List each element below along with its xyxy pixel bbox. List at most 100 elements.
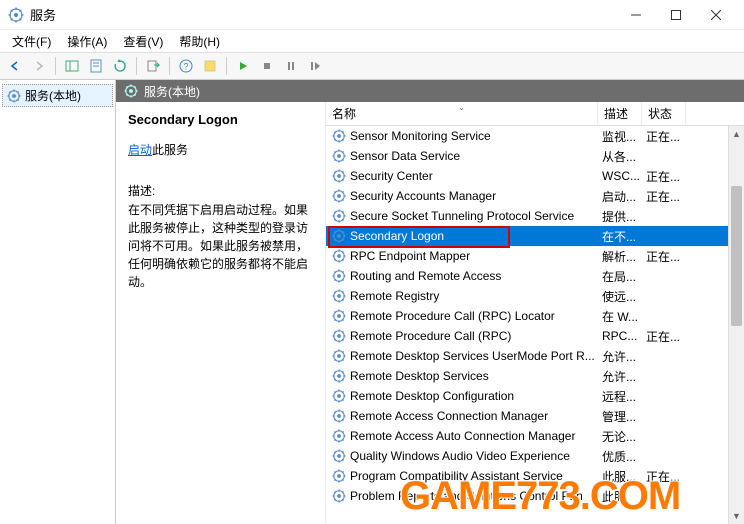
list-body: Sensor Monitoring Service监视...正在...Senso…	[326, 126, 744, 524]
back-button[interactable]	[4, 55, 26, 77]
gear-icon	[332, 489, 346, 503]
column-desc[interactable]: 描述	[598, 102, 642, 125]
gear-icon	[332, 309, 346, 323]
service-name-cell: Remote Access Auto Connection Manager	[326, 429, 598, 443]
desc-text: 在不同凭据下启用启动过程。如果此服务被停止，这种类型的登录访问将不可用。如果此服…	[128, 201, 313, 291]
start-link-suffix: 此服务	[152, 143, 188, 157]
service-desc-cell: 此服...	[598, 468, 642, 485]
service-row[interactable]: Remote Procedure Call (RPC) Locator 在 W..…	[326, 306, 744, 326]
service-name-label: Remote Procedure Call (RPC)	[350, 329, 511, 343]
service-name-label: Routing and Remote Access	[350, 269, 501, 283]
help-button[interactable]: ?	[175, 55, 197, 77]
maximize-button[interactable]	[656, 1, 696, 29]
main-area: 服务(本地) 服务(本地) Secondary Logon 启动此服务 描述: …	[0, 80, 744, 524]
start-link[interactable]: 启动	[128, 143, 152, 157]
service-name-label: Remote Desktop Configuration	[350, 389, 514, 403]
service-desc-cell: 允许...	[598, 368, 642, 385]
gear-icon	[124, 84, 138, 98]
tree-pane: 服务(本地)	[0, 80, 116, 524]
service-desc-cell: 在局...	[598, 268, 642, 285]
gear-icon	[332, 369, 346, 383]
restart-button[interactable]	[304, 55, 326, 77]
service-name-label: Remote Desktop Services	[350, 369, 489, 383]
scroll-thumb[interactable]	[731, 186, 742, 326]
service-row[interactable]: Security CenterWSC...正在...	[326, 166, 744, 186]
service-desc-cell: 使远...	[598, 288, 642, 305]
vertical-scrollbar[interactable]: ▲ ▼	[728, 126, 744, 524]
forward-button[interactable]	[28, 55, 50, 77]
service-name-cell: Problem Reports and Solutions Control Pa…	[326, 489, 598, 503]
menu-view[interactable]: 查看(V)	[115, 31, 171, 52]
separator	[136, 57, 137, 75]
service-row[interactable]: Program Compatibility Assistant Service此…	[326, 466, 744, 486]
service-name-label: Security Accounts Manager	[350, 189, 496, 203]
gear-icon	[332, 269, 346, 283]
menu-file[interactable]: 文件(F)	[4, 31, 59, 52]
service-row[interactable]: Remote Procedure Call (RPC) RPC...正在...	[326, 326, 744, 346]
scroll-down-icon[interactable]: ▼	[729, 508, 744, 524]
service-row[interactable]: Sensor Monitoring Service监视...正在...	[326, 126, 744, 146]
service-name-label: Remote Desktop Services UserMode Port R.…	[350, 349, 595, 363]
export-button[interactable]	[142, 55, 164, 77]
gear-icon	[332, 169, 346, 183]
right-header: 服务(本地)	[116, 80, 744, 102]
service-state-cell: 正在...	[642, 248, 686, 265]
service-desc-cell: 在 W...	[598, 308, 642, 325]
start-button[interactable]	[232, 55, 254, 77]
service-row[interactable]: Sensor Data Service从各...	[326, 146, 744, 166]
service-name-cell: Remote Desktop Services UserMode Port R.…	[326, 349, 598, 363]
close-button[interactable]	[696, 1, 736, 29]
gear-icon	[332, 229, 346, 243]
service-row[interactable]: Remote Access Connection Manager管理...	[326, 406, 744, 426]
service-name-label: Remote Access Auto Connection Manager	[350, 429, 575, 443]
service-row[interactable]: Quality Windows Audio Video Experience优质…	[326, 446, 744, 466]
action1-button[interactable]	[199, 55, 221, 77]
scroll-up-icon[interactable]: ▲	[729, 126, 744, 142]
service-state-cell: 正在...	[642, 328, 686, 345]
service-row[interactable]: Secondary Logon在不...	[326, 226, 744, 246]
menu-action[interactable]: 操作(A)	[59, 31, 115, 52]
pause-button[interactable]	[280, 55, 302, 77]
tree-root-services[interactable]: 服务(本地)	[2, 84, 113, 107]
gear-icon	[332, 409, 346, 423]
service-row[interactable]: Routing and Remote Access 在局...	[326, 266, 744, 286]
detail-action: 启动此服务	[128, 141, 313, 158]
service-name-cell: Remote Access Connection Manager	[326, 409, 598, 423]
service-row[interactable]: Problem Reports and Solutions Control Pa…	[326, 486, 744, 506]
separator	[226, 57, 227, 75]
refresh-button[interactable]	[109, 55, 131, 77]
service-name-label: Sensor Monitoring Service	[350, 129, 491, 143]
service-row[interactable]: Remote Registry使远...	[326, 286, 744, 306]
show-hide-button[interactable]	[61, 55, 83, 77]
gear-icon	[332, 449, 346, 463]
service-name-label: Quality Windows Audio Video Experience	[350, 449, 570, 463]
service-row[interactable]: RPC Endpoint Mapper解析...正在...	[326, 246, 744, 266]
service-name-label: Remote Procedure Call (RPC) Locator	[350, 309, 555, 323]
list-pane: 名称⌄ 描述 状态 Sensor Monitoring Service监视...…	[326, 102, 744, 524]
minimize-button[interactable]	[616, 1, 656, 29]
menu-help[interactable]: 帮助(H)	[171, 31, 228, 52]
service-row[interactable]: Remote Desktop Services UserMode Port R.…	[326, 346, 744, 366]
service-name-cell: Sensor Monitoring Service	[326, 129, 598, 143]
window-title: 服务	[30, 5, 616, 24]
service-name-cell: Remote Procedure Call (RPC) Locator	[326, 309, 598, 323]
service-row[interactable]: Remote Access Auto Connection Manager无论.…	[326, 426, 744, 446]
service-row[interactable]: Remote Desktop Configuration 远程...	[326, 386, 744, 406]
service-name-cell: Program Compatibility Assistant Service	[326, 469, 598, 483]
service-name-cell: Security Center	[326, 169, 598, 183]
service-row[interactable]: Remote Desktop Services 允许...	[326, 366, 744, 386]
stop-button[interactable]	[256, 55, 278, 77]
separator	[169, 57, 170, 75]
gear-icon	[332, 429, 346, 443]
right-header-label: 服务(本地)	[144, 83, 200, 100]
service-desc-cell: 此服	[598, 488, 642, 505]
column-name[interactable]: 名称⌄	[326, 102, 598, 125]
content: Secondary Logon 启动此服务 描述: 在不同凭据下启用启动过程。如…	[116, 102, 744, 524]
gear-icon	[332, 289, 346, 303]
column-state[interactable]: 状态	[642, 102, 686, 125]
properties-button[interactable]	[85, 55, 107, 77]
service-desc-cell: 远程...	[598, 388, 642, 405]
service-desc-cell: RPC...	[598, 329, 642, 343]
service-row[interactable]: Security Accounts Manager启动...正在...	[326, 186, 744, 206]
service-row[interactable]: Secure Socket Tunneling Protocol Service…	[326, 206, 744, 226]
